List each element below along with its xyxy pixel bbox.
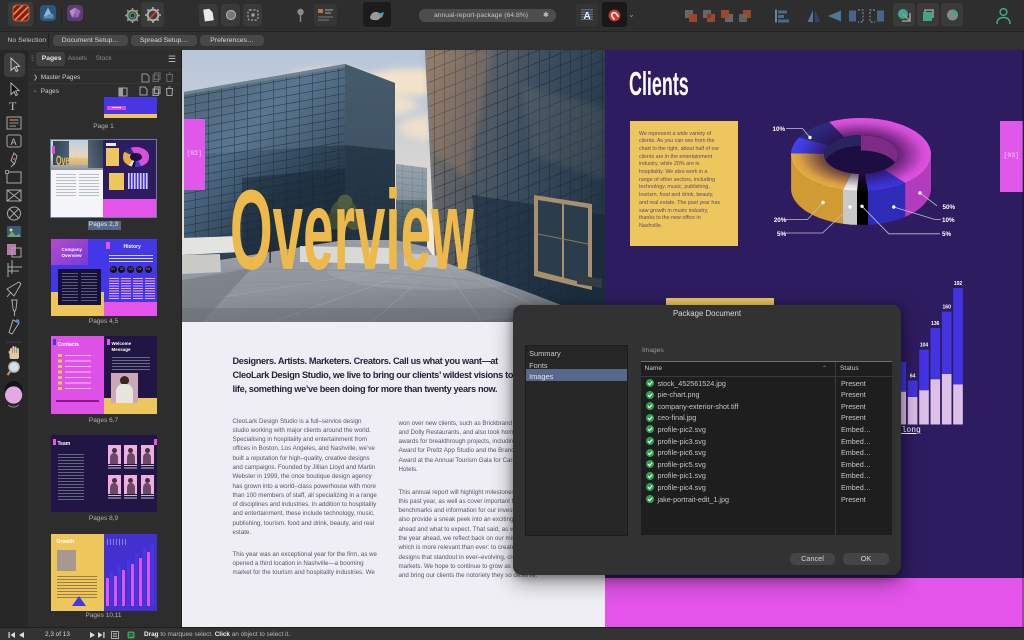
svg-text:104: 104	[920, 343, 929, 349]
svg-text:T: T	[9, 99, 17, 113]
svg-text:160: 160	[943, 305, 952, 311]
svg-text:10%: 10%	[942, 217, 955, 224]
svg-text:5%: 5%	[942, 231, 952, 238]
svg-text:5%: 5%	[777, 231, 787, 238]
svg-text:10%: 10%	[773, 126, 786, 133]
svg-text:192: 192	[954, 281, 963, 287]
svg-text:A: A	[584, 11, 591, 21]
svg-text:136: 136	[931, 321, 940, 327]
svg-text:50%: 50%	[943, 204, 956, 211]
svg-text:64: 64	[910, 374, 916, 380]
svg-text:20%: 20%	[774, 217, 787, 224]
svg-text:A: A	[11, 137, 17, 147]
